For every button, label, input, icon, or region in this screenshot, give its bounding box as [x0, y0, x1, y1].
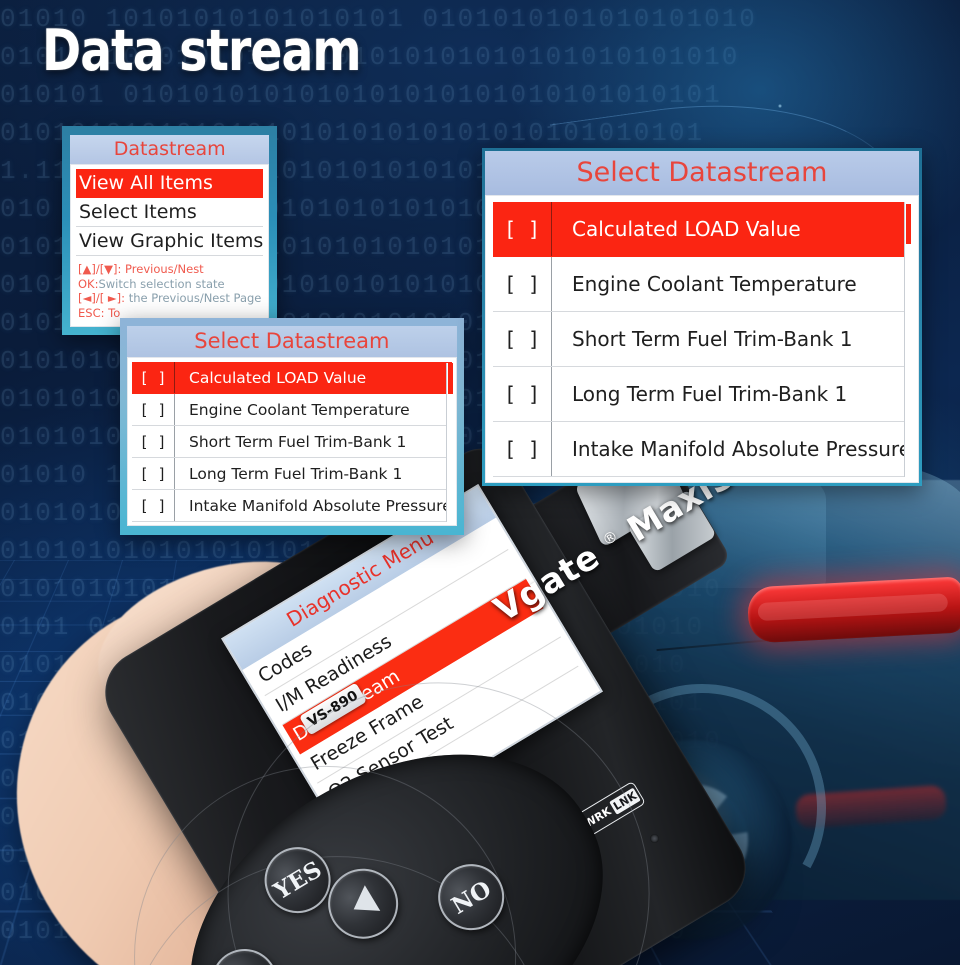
panel-body: View All Items Select Items View Graphic I… [70, 164, 270, 327]
triangle-left-icon [345, 885, 381, 923]
item-checkbox[interactable]: [ ] [493, 327, 551, 351]
datastream-item-label: Intake Manifold Absolute Pressure [189, 496, 452, 515]
scrollbar[interactable] [904, 202, 916, 477]
brand-name: Vgate [487, 536, 607, 631]
datastream-item-row[interactable]: [ ] Calculated LOAD Value [132, 362, 452, 394]
no-button-label: NO [446, 874, 496, 920]
item-checkbox[interactable]: [ ] [493, 437, 551, 461]
scrollbar-thumb[interactable] [447, 363, 453, 394]
datastream-item-row[interactable]: [ ] Long Term Fuel Trim-Bank 1 [493, 367, 912, 422]
status-led [650, 834, 659, 843]
datastream-item-row[interactable]: [ ] Intake Manifold Absolute Pressure [493, 422, 912, 477]
datastream-item-row[interactable]: [ ] Short Term Fuel Trim-Bank 1 [493, 312, 912, 367]
menu-item[interactable]: View All Items [76, 169, 264, 198]
menu-item-label: Select Items [79, 201, 197, 223]
registered-mark-icon: ® [599, 526, 622, 550]
item-checkbox[interactable]: [ ] [132, 369, 174, 387]
item-checkbox[interactable]: [ ] [132, 401, 174, 419]
scrollbar-thumb[interactable] [906, 204, 912, 244]
datastream-item-label: Short Term Fuel Trim-Bank 1 [189, 432, 407, 451]
datastream-item-list: [ ] Calculated LOAD Value [ ] Engine Coolan… [493, 202, 912, 477]
menu-item[interactable]: View Graphic Items [76, 227, 264, 256]
obd-scanner-device: Diagnostic Menu CodesI/M ReadinessData S… [0, 420, 801, 965]
datastream-menu-list: View All Items Select Items View Graphic I… [76, 169, 264, 256]
item-checkbox[interactable]: [ ] [132, 497, 174, 515]
datastream-item-row[interactable]: [ ] Long Term Fuel Trim-Bank 1 [132, 458, 452, 490]
menu-item-label: View Graphic Items [79, 230, 264, 252]
panel-frame: Datastream View All Items Select Items Vie… [62, 126, 278, 335]
scrollbar[interactable] [445, 363, 454, 522]
datastream-item-label: Long Term Fuel Trim-Bank 1 [189, 464, 403, 483]
datastream-item-label: Intake Manifold Absolute Pressure [572, 437, 912, 461]
help-line-muted: the Previous/Nest Page [125, 291, 262, 306]
panel-body: [ ] Calculated LOAD Value [ ] Engine Coolan… [127, 357, 457, 526]
item-checkbox[interactable]: [ ] [493, 217, 551, 241]
datastream-item-list: [ ] Calculated LOAD Value [ ] Engine Coolan… [132, 362, 452, 522]
datastream-item-row[interactable]: [ ] Engine Coolant Temperature [132, 394, 452, 426]
datastream-item-label: Calculated LOAD Value [572, 217, 801, 241]
item-checkbox[interactable]: [ ] [132, 465, 174, 483]
datastream-item-row[interactable]: [ ] Short Term Fuel Trim-Bank 1 [132, 426, 452, 458]
panel-title: Select Datastream [485, 151, 920, 195]
help-line: [▲]/[▼]: Previous/Nest [78, 262, 204, 276]
datastream-item-label: Short Term Fuel Trim-Bank 1 [572, 327, 853, 351]
datastream-item-label: Calculated LOAD Value [189, 368, 367, 387]
datastream-item-row[interactable]: [ ] Engine Coolant Temperature [493, 257, 912, 312]
item-checkbox[interactable]: [ ] [132, 433, 174, 451]
select-datastream-panel-small: Select Datastream [ ] Calculated LOAD Val… [120, 318, 464, 535]
datastream-menu-panel: Datastream View All Items Select Items Vie… [62, 126, 278, 335]
datastream-item-label: Engine Coolant Temperature [189, 400, 410, 419]
help-line: [◄]/[ ►]: the Previous/Nest Page [78, 291, 262, 306]
datastream-item-row[interactable]: [ ] Intake Manifold Absolute Pressure [132, 490, 452, 522]
select-datastream-panel-large: Select Datastream [ ] Calculated LOAD Val… [482, 148, 923, 486]
help-line-muted: Switch selection state [98, 276, 225, 291]
menu-item-label: View All Items [79, 172, 213, 194]
menu-item[interactable]: Select Items [76, 198, 264, 227]
datastream-item-label: Engine Coolant Temperature [572, 272, 857, 296]
image-canvas: 01010 10101010101010101 0101010101010101… [0, 0, 960, 965]
panel-title: Datastream [70, 135, 270, 164]
item-checkbox[interactable]: [ ] [493, 382, 551, 406]
panel-frame: Select Datastream [ ] Calculated LOAD Val… [120, 318, 464, 535]
panel-title: Select Datastream [127, 326, 457, 357]
yes-button-label: YES [268, 855, 327, 905]
help-line: OK:Switch selection state [78, 276, 225, 291]
item-checkbox[interactable]: [ ] [493, 272, 551, 296]
keypad-help-text: [▲]/[▼]: Previous/Nest OK:Switch selectio… [76, 256, 263, 323]
datastream-item-row[interactable]: [ ] Calculated LOAD Value [493, 202, 912, 257]
datastream-item-label: Long Term Fuel Trim-Bank 1 [572, 382, 848, 406]
page-title: Data stream [42, 18, 362, 84]
panel-frame: Select Datastream [ ] Calculated LOAD Val… [482, 148, 923, 486]
panel-body: [ ] Calculated LOAD Value [ ] Engine Coolan… [485, 195, 920, 483]
